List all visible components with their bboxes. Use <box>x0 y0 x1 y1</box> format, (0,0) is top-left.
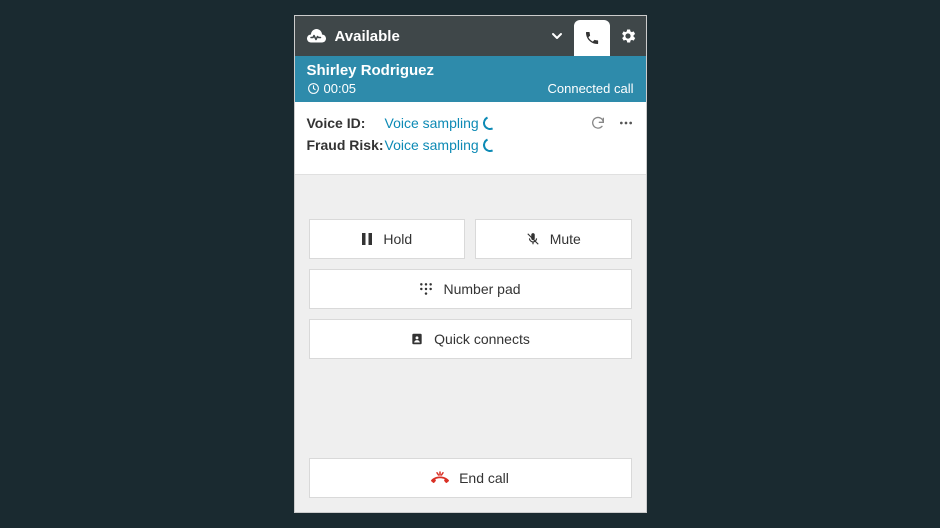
end-call-label: End call <box>459 470 509 486</box>
contacts-icon <box>410 332 424 346</box>
call-status: Connected call <box>548 81 634 96</box>
settings-button[interactable] <box>610 16 646 56</box>
more-menu-button[interactable] <box>618 115 634 131</box>
spinner-icon <box>481 114 499 132</box>
number-pad-button[interactable]: Number pad <box>309 269 632 309</box>
mic-off-icon <box>526 231 540 247</box>
fraud-risk-value: Voice sampling <box>385 137 497 153</box>
dialpad-icon <box>419 282 433 296</box>
quick-connects-label: Quick connects <box>434 331 530 347</box>
number-pad-label: Number pad <box>443 281 520 297</box>
call-timer: 00:05 <box>307 81 435 96</box>
end-call-icon <box>431 471 449 485</box>
phone-icon <box>584 30 600 46</box>
voice-id-value: Voice sampling <box>385 115 497 131</box>
pause-icon <box>361 232 373 246</box>
header-bar: Available <box>295 16 646 56</box>
clock-icon <box>307 82 320 95</box>
fraud-risk-label: Fraud Risk: <box>307 137 385 153</box>
timer-value: 00:05 <box>324 81 357 96</box>
voice-id-label: Voice ID: <box>307 115 385 131</box>
status-label: Available <box>335 28 400 45</box>
status-selector[interactable]: Available <box>295 16 550 56</box>
refresh-button[interactable] <box>590 115 606 131</box>
mute-button[interactable]: Mute <box>475 219 632 259</box>
chevron-down-icon <box>550 29 564 43</box>
heartbeat-cloud-icon <box>305 28 327 44</box>
hold-label: Hold <box>383 231 412 247</box>
ccp-panel: Available Shirley Rodriguez 00: <box>294 15 647 513</box>
phone-tab[interactable] <box>574 20 610 56</box>
mute-label: Mute <box>550 231 581 247</box>
status-dropdown-toggle[interactable] <box>550 16 574 56</box>
caller-info-bar: Shirley Rodriguez 00:05 Connected call <box>295 56 646 102</box>
quick-connects-button[interactable]: Quick connects <box>309 319 632 359</box>
controls-area: Hold Mute Number pad <box>295 175 646 512</box>
hold-button[interactable]: Hold <box>309 219 466 259</box>
voice-id-panel: Voice ID: Voice sampling Fraud Risk: Voi… <box>295 102 646 175</box>
spinner-icon <box>481 136 499 154</box>
caller-name: Shirley Rodriguez <box>307 62 435 79</box>
gear-icon <box>619 27 637 45</box>
end-call-button[interactable]: End call <box>309 458 632 498</box>
